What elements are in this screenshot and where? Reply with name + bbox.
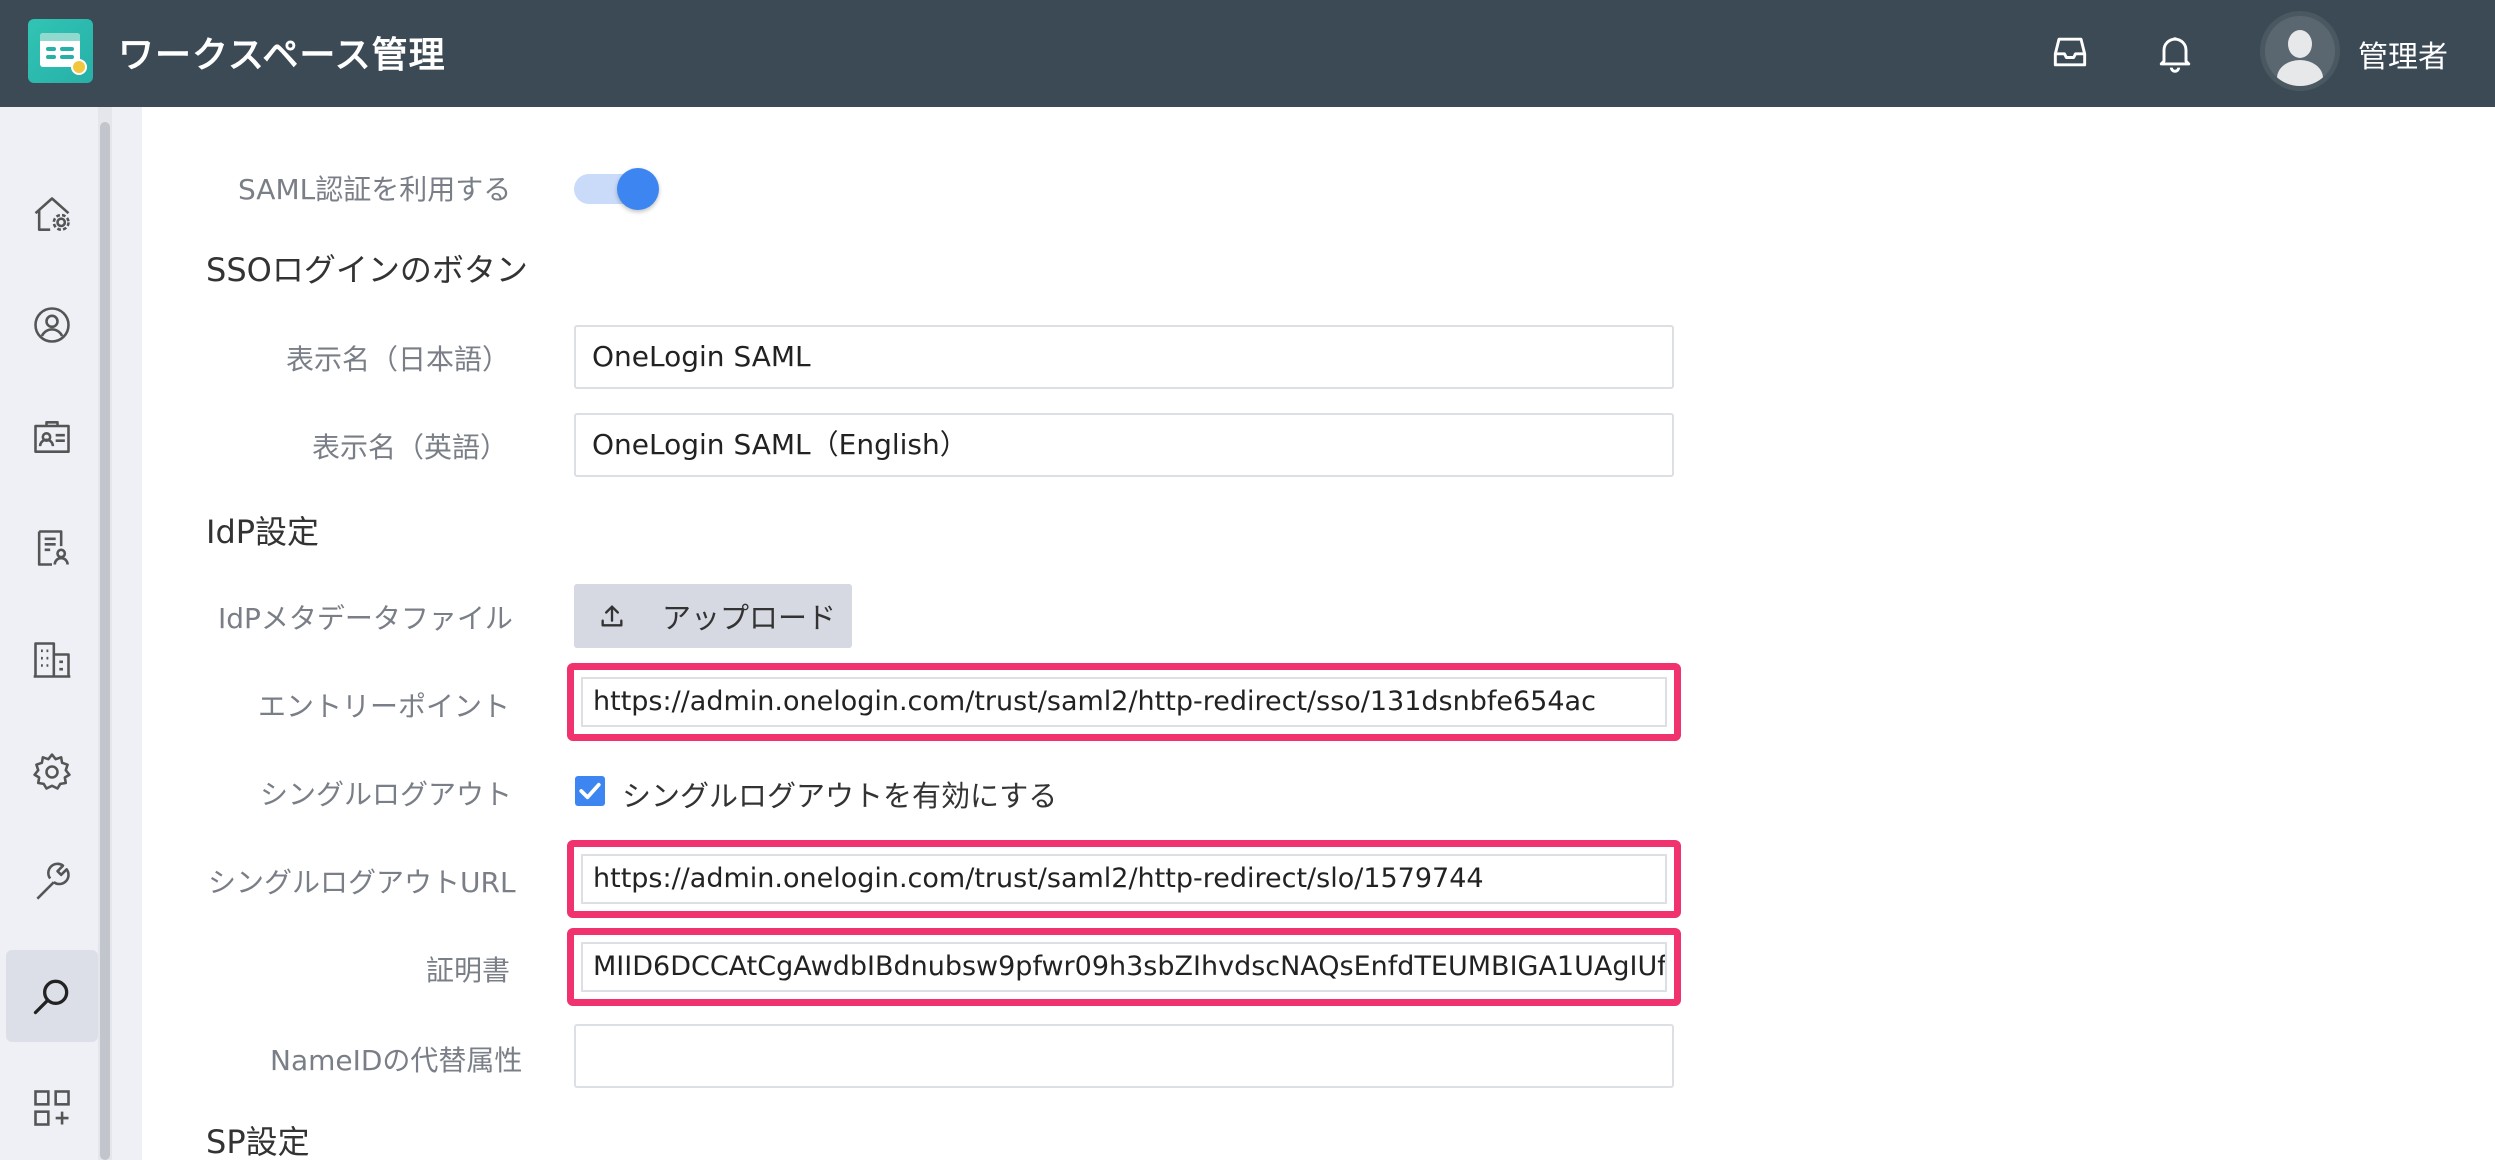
sidebar-item-search[interactable] bbox=[6, 950, 98, 1042]
home-settings-icon bbox=[34, 197, 70, 231]
building-icon bbox=[33, 642, 71, 678]
upload-button[interactable]: アップロード bbox=[574, 584, 852, 648]
sp-section-title: SP設定 bbox=[206, 1123, 310, 1160]
sidebar-item-user[interactable] bbox=[6, 279, 98, 371]
inbox-icon[interactable] bbox=[2048, 30, 2092, 74]
nameid-label: NameIDの代替属性 bbox=[270, 1044, 523, 1077]
single-logout-url-value[interactable]: https://admin.onelogin.com/trust/saml2/h… bbox=[583, 856, 1665, 902]
display-name-en-field[interactable]: OneLogin SAML（English） bbox=[574, 413, 1674, 477]
app-title: ワークスペース管理 bbox=[118, 35, 446, 76]
nameid-value[interactable] bbox=[576, 1026, 1672, 1086]
single-logout-checkbox-label[interactable]: シングルログアウトを有効にする bbox=[622, 773, 1057, 815]
single-logout-url-highlight: https://admin.onelogin.com/trust/saml2/h… bbox=[567, 840, 1681, 918]
sidebar-item-home-settings[interactable] bbox=[6, 169, 98, 261]
upload-icon bbox=[601, 605, 623, 627]
display-name-ja-label: 表示名（日本語） bbox=[286, 343, 511, 376]
sidebar-item-tools[interactable] bbox=[6, 838, 98, 930]
wrench-icon bbox=[36, 862, 70, 900]
entry-point-field[interactable]: https://admin.onelogin.com/trust/saml2/h… bbox=[581, 677, 1667, 727]
user-icon bbox=[34, 307, 70, 343]
sidebar-item-document-user[interactable] bbox=[6, 502, 98, 594]
avatar[interactable] bbox=[2265, 16, 2335, 86]
single-logout-label: シングルログアウト bbox=[260, 778, 513, 811]
bell-icon[interactable] bbox=[2153, 30, 2197, 74]
entry-point-value[interactable]: https://admin.onelogin.com/trust/saml2/h… bbox=[583, 679, 1665, 725]
sso-section-title: SSOログインのボタン bbox=[206, 251, 528, 289]
saml-toggle-label: SAML認証を利用する bbox=[238, 173, 512, 206]
upload-button-label: アップロード bbox=[662, 601, 837, 635]
checkmark-icon bbox=[579, 782, 601, 800]
search-icon bbox=[33, 979, 69, 1015]
id-card-icon bbox=[34, 421, 70, 453]
sidebar-item-apps[interactable] bbox=[6, 1062, 98, 1154]
single-logout-url-label: シングルログアウトURL bbox=[208, 866, 516, 899]
certificate-value[interactable]: MIID6DCCAtCgAwdbIBdnubsw9pfwr09h3sbZIhvd… bbox=[583, 944, 1665, 990]
display-name-en-value[interactable]: OneLogin SAML（English） bbox=[576, 415, 1672, 475]
apps-add-icon bbox=[34, 1090, 70, 1126]
nameid-field[interactable] bbox=[574, 1024, 1674, 1088]
certificate-field[interactable]: MIID6DCCAtCgAwdbIBdnubsw9pfwr09h3sbZIhvd… bbox=[581, 942, 1667, 992]
idp-metadata-label: IdPメタデータファイル bbox=[218, 602, 513, 635]
display-name-en-label: 表示名（英語） bbox=[312, 431, 509, 464]
sidebar-item-settings[interactable] bbox=[6, 726, 98, 818]
single-logout-checkbox[interactable] bbox=[575, 776, 605, 806]
gear-icon bbox=[33, 753, 71, 790]
display-name-ja-field[interactable]: OneLogin SAML bbox=[574, 325, 1674, 389]
document-user-icon bbox=[37, 530, 69, 566]
app-logo-icon[interactable] bbox=[28, 19, 93, 83]
user-name[interactable]: 管理者 bbox=[2358, 32, 2448, 76]
display-name-ja-value[interactable]: OneLogin SAML bbox=[576, 327, 1672, 387]
entry-point-label: エントリーポイント bbox=[258, 690, 511, 723]
app-header: ワークスペース管理 管理者 bbox=[0, 0, 2495, 107]
entry-point-highlight: https://admin.onelogin.com/trust/saml2/h… bbox=[567, 663, 1681, 741]
sidebar-item-building[interactable] bbox=[6, 614, 98, 706]
sidebar bbox=[0, 107, 98, 1160]
saml-toggle-knob[interactable] bbox=[617, 168, 659, 210]
sidebar-scrollbar-thumb[interactable] bbox=[100, 122, 110, 1160]
certificate-highlight: MIID6DCCAtCgAwdbIBdnubsw9pfwr09h3sbZIhvd… bbox=[567, 928, 1681, 1006]
sidebar-item-id-card[interactable] bbox=[6, 391, 98, 483]
idp-section-title: IdP設定 bbox=[206, 513, 320, 551]
single-logout-url-field[interactable]: https://admin.onelogin.com/trust/saml2/h… bbox=[581, 854, 1667, 904]
certificate-label: 証明書 bbox=[426, 954, 511, 987]
